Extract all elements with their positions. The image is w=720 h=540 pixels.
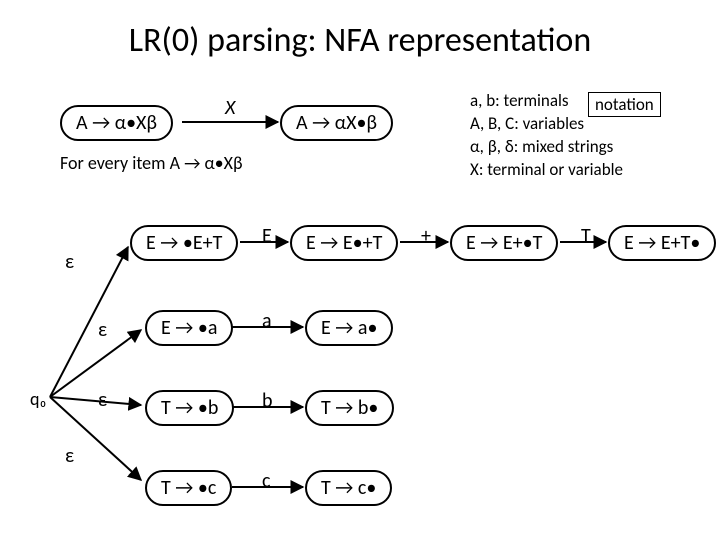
arrow-eps-2 [50,330,141,397]
arrow-eps-4 [50,397,141,480]
arrow-eps-1 [50,247,128,397]
arrows-layer [0,0,720,540]
arrow-eps-3 [50,397,141,405]
slide: LR(0) parsing: NFA representation A → α•… [0,0,720,540]
